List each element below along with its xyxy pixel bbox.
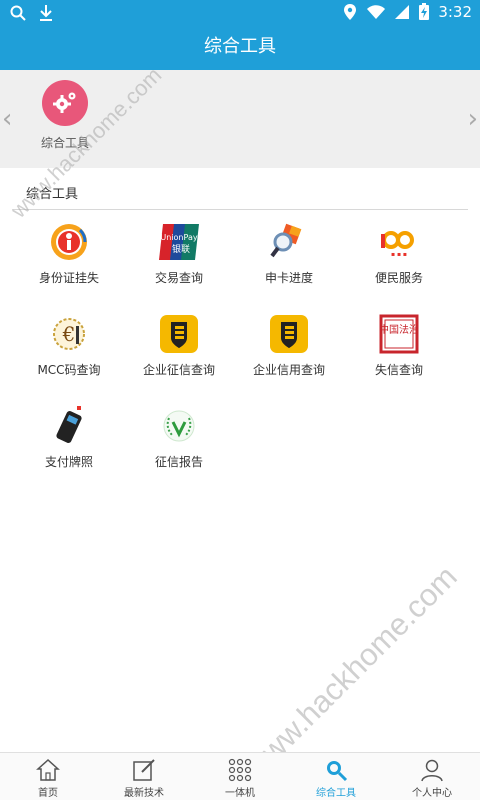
- credit-report-icon: [159, 406, 199, 446]
- carousel-next-arrow-icon[interactable]: ›: [468, 106, 478, 132]
- bottom-nav: 首页 最新技术 一体机 综合工具 个人中心: [0, 752, 480, 800]
- svg-text:▪ ▪ ▪: ▪ ▪ ▪: [391, 251, 407, 258]
- download-icon: [40, 5, 52, 21]
- person-icon: [421, 759, 443, 782]
- tool-card-progress[interactable]: 申卡进度: [229, 222, 349, 286]
- tool-label: 企业信用查询: [252, 363, 325, 377]
- carousel-prev-arrow-icon[interactable]: ‹: [2, 106, 12, 132]
- tool-convenience-service[interactable]: ▪ ▪ ▪ 便民服务: [339, 222, 459, 286]
- status-bar: 3:32: [0, 0, 480, 26]
- nav-label: 综合工具: [316, 788, 356, 799]
- tool-transaction-query[interactable]: UnionPay 银联 交易查询: [119, 222, 239, 286]
- enterprise-credit-icon: [159, 314, 199, 354]
- section-divider: [12, 209, 468, 210]
- pos-terminal-icon: [49, 406, 89, 446]
- nav-label: 一体机: [225, 788, 255, 799]
- enterprise-trust-icon: [269, 314, 309, 354]
- tool-id-card-loss[interactable]: 身份证挂失: [9, 222, 129, 286]
- id-card-loss-icon: [49, 222, 89, 262]
- tool-payment-license[interactable]: 支付牌照: [9, 406, 129, 470]
- section-title: 综合工具: [26, 187, 79, 202]
- unionpay-icon: UnionPay 银联: [159, 222, 199, 262]
- tool-label: 征信报告: [154, 455, 203, 469]
- banner-item-tools[interactable]: 综合工具: [36, 80, 94, 151]
- wifi-icon: [367, 5, 386, 19]
- edit-icon: [133, 759, 155, 781]
- search-icon: [10, 5, 26, 21]
- seal-text: 中国法治: [379, 323, 419, 336]
- location-icon: [344, 4, 357, 20]
- search-icon: [327, 761, 348, 782]
- nav-label: 首页: [38, 788, 58, 799]
- nav-item-profile[interactable]: 个人中心: [384, 753, 480, 800]
- page-title: 综合工具: [0, 26, 480, 70]
- tool-label: 便民服务: [374, 271, 423, 285]
- battery-charging-icon: [419, 3, 430, 20]
- tool-dishonesty-query[interactable]: 中国法治 失信查询: [339, 314, 459, 378]
- gear-icon: [42, 80, 88, 126]
- tool-enterprise-trust-query[interactable]: 企业信用查询: [229, 314, 349, 378]
- home-icon: [36, 758, 60, 781]
- tool-label: 失信查询: [374, 363, 423, 377]
- unionpay-top-text: UnionPay: [160, 233, 197, 242]
- signal-icon: [395, 5, 410, 19]
- tool-label: 企业征信查询: [142, 363, 215, 377]
- tool-label: 身份证挂失: [38, 271, 99, 285]
- tool-label: 交易查询: [154, 271, 203, 285]
- grid-dots-icon: [228, 758, 252, 782]
- unionpay-bottom-text: 银联: [172, 243, 190, 255]
- nav-item-latest-tech[interactable]: 最新技术: [96, 753, 192, 800]
- nav-label: 个人中心: [412, 788, 452, 799]
- tool-mcc-query[interactable]: € MCC码查询: [9, 314, 129, 378]
- banner-carousel[interactable]: ‹ › 综合工具: [0, 70, 480, 168]
- nav-item-all-in-one[interactable]: 一体机: [192, 753, 288, 800]
- svg-text:€: €: [62, 322, 76, 346]
- dishonesty-seal-icon: 中国法治: [379, 314, 419, 354]
- card-search-icon: [269, 222, 309, 262]
- clock-time: 3:32: [438, 3, 472, 21]
- tool-credit-report[interactable]: 征信报告: [119, 406, 239, 470]
- convenience-service-icon: ▪ ▪ ▪: [379, 222, 419, 262]
- mcc-code-icon: €: [49, 314, 89, 354]
- nav-item-tools[interactable]: 综合工具: [288, 753, 384, 800]
- nav-label: 最新技术: [124, 788, 164, 799]
- tool-label: 支付牌照: [44, 455, 93, 469]
- tool-label: 申卡进度: [264, 271, 313, 285]
- banner-item-label: 综合工具: [40, 136, 89, 150]
- nav-item-home[interactable]: 首页: [0, 753, 96, 800]
- tool-enterprise-credit-query[interactable]: 企业征信查询: [119, 314, 239, 378]
- tool-label: MCC码查询: [37, 363, 101, 377]
